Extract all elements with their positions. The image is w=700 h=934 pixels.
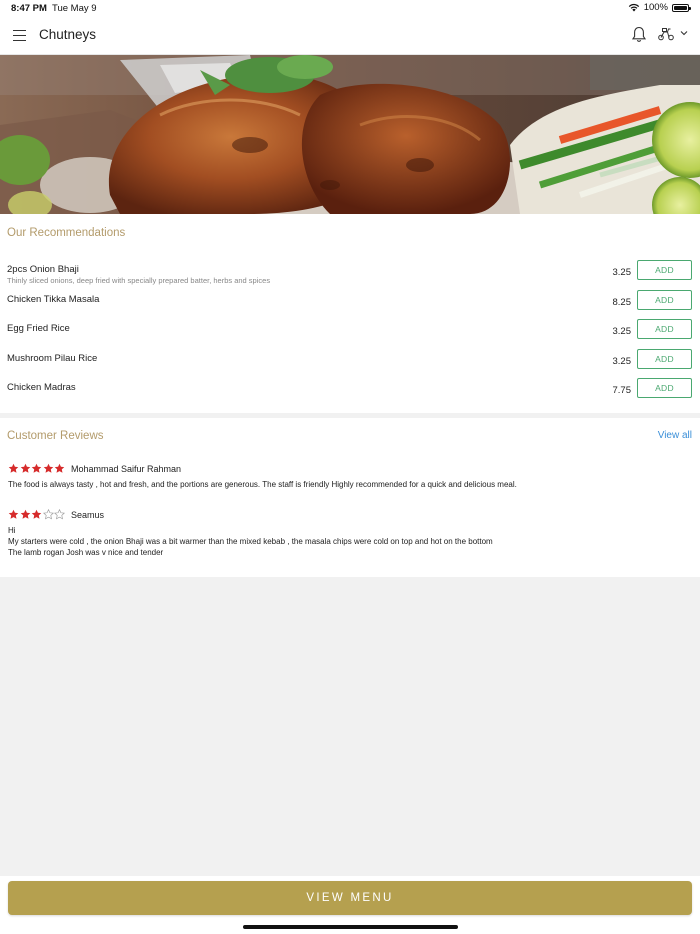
item-name: Mushroom Pilau Rice <box>7 353 98 364</box>
item-price: 3.25 <box>612 326 632 337</box>
reviewer-name: Seamus <box>71 510 105 520</box>
add-button[interactable]: ADD <box>637 349 692 369</box>
add-button[interactable]: ADD <box>637 319 692 339</box>
review-text: Hi My starters were cold , the onion Bha… <box>8 526 493 557</box>
review-text: The food is always tasty , hot and fresh… <box>8 480 517 489</box>
bottom-bar: VIEW MENU <box>0 876 700 934</box>
home-indicator <box>243 925 458 929</box>
status-time: 8:47 PM <box>11 3 47 14</box>
star-empty-icon <box>42 509 54 520</box>
add-button[interactable]: ADD <box>637 378 692 398</box>
item-price: 3.25 <box>612 356 632 367</box>
restaurant-title: Chutneys <box>39 27 97 42</box>
hero-image <box>0 55 700 214</box>
food-photo <box>0 55 700 214</box>
add-button[interactable]: ADD <box>637 260 692 280</box>
recommendations-section: Our Recommendations 2pcs Onion Bhaji Thi… <box>0 214 700 413</box>
add-button[interactable]: ADD <box>637 290 692 310</box>
status-right: 100% <box>628 2 691 13</box>
battery-percent: 100% <box>643 2 668 13</box>
status-bar: 8:47 PM Tue May 9 100% <box>0 0 700 17</box>
star-filled-icon <box>8 463 19 473</box>
menu-item: Egg Fried Rice 3.25 ADD <box>0 319 700 349</box>
star-filled-icon <box>20 463 30 473</box>
item-price: 8.25 <box>612 297 632 308</box>
star-empty-icon <box>54 509 65 520</box>
star-filled-icon <box>54 463 65 473</box>
item-description: Thinly sliced onions, deep fried with sp… <box>7 276 271 285</box>
scooter-icon[interactable] <box>657 27 675 41</box>
menu-item: Mushroom Pilau Rice 3.25 ADD <box>0 349 700 379</box>
status-date: Tue May 9 <box>52 3 97 14</box>
reviews-title: Customer Reviews <box>7 430 104 442</box>
star-rating <box>8 463 65 474</box>
star-filled-icon <box>31 509 42 519</box>
star-rating <box>8 509 65 520</box>
battery-icon <box>672 3 691 12</box>
item-name: Chicken Tikka Masala <box>7 294 100 305</box>
view-menu-button[interactable]: VIEW MENU <box>8 881 692 915</box>
bell-icon[interactable] <box>631 26 647 43</box>
menu-item: Chicken Tikka Masala 8.25 ADD <box>0 290 700 320</box>
top-nav-bar: Chutneys <box>0 17 700 55</box>
item-name: Egg Fried Rice <box>7 323 70 334</box>
view-all-link[interactable]: View all <box>658 430 692 441</box>
star-filled-icon <box>31 463 42 473</box>
star-filled-icon <box>8 509 19 519</box>
menu-icon[interactable] <box>13 30 26 42</box>
reviewer-name: Mohammad Saifur Rahman <box>71 464 182 474</box>
menu-item: Chicken Madras 7.75 ADD <box>0 378 700 408</box>
wifi-icon <box>628 3 639 12</box>
star-filled-icon <box>43 463 53 473</box>
customer-reviews-section: Customer Reviews View all Mohammad Saifu… <box>0 418 700 577</box>
star-filled-icon <box>20 509 30 519</box>
item-price: 3.25 <box>612 267 632 278</box>
menu-item: 2pcs Onion Bhaji Thinly sliced onions, d… <box>0 260 700 290</box>
chevron-down-icon[interactable] <box>680 30 688 36</box>
recommendations-title: Our Recommendations <box>7 227 126 239</box>
item-name: 2pcs Onion Bhaji <box>7 264 79 275</box>
item-name: Chicken Madras <box>7 382 76 393</box>
item-price: 7.75 <box>612 385 632 396</box>
